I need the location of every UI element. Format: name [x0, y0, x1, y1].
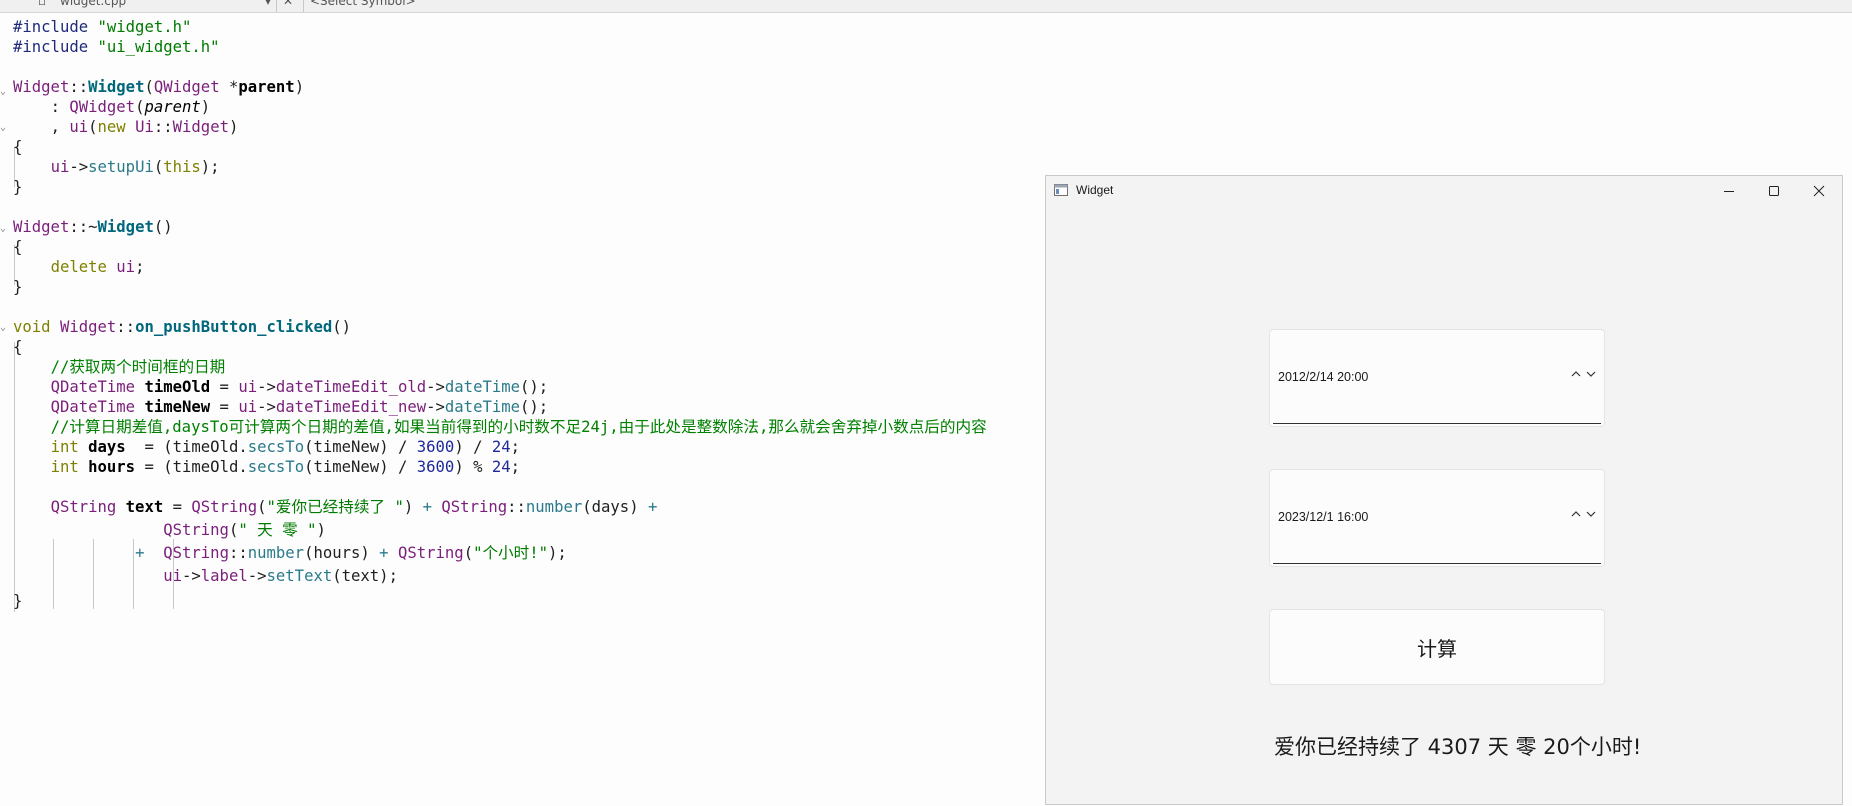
datetime-old-value[interactable]: 2012/2/14 20:00: [1278, 370, 1368, 384]
code-line: delete ui;: [50, 258, 145, 276]
widget-window: Widget 2012/2/14 20:00 2023/12/1 16:00 计…: [1045, 175, 1843, 805]
fold-marker-icon[interactable]: ⌄: [0, 122, 6, 133]
chevron-down-icon[interactable]: [1586, 509, 1596, 519]
code-line: int days = (timeOld.secsTo(timeNew) / 36…: [50, 438, 521, 456]
close-icon: [1813, 185, 1825, 197]
chevron-up-icon[interactable]: [1571, 369, 1581, 379]
code-line: + QString::number(hours) + QString("个小时!…: [135, 544, 567, 562]
window-titlebar[interactable]: Widget: [1046, 176, 1842, 206]
file-icon: ▫: [38, 0, 47, 8]
datetime-edit-new[interactable]: 2023/12/1 16:00: [1269, 469, 1605, 567]
code-line: : QWidget(parent): [50, 98, 211, 116]
chevron-down-icon[interactable]: [1586, 369, 1596, 379]
code-editor[interactable]: ⌄ ⌄ ⌄ ⌄ #include "widget.h" #include "ui…: [0, 14, 1040, 806]
calculate-button[interactable]: 计算: [1269, 609, 1605, 685]
tab-widget-cpp[interactable]: widget.cpp: [60, 0, 126, 8]
editor-tab-strip: ▫ widget.cpp ▾ ✕ <Select Symbol>: [0, 0, 1852, 13]
minimize-button[interactable]: [1706, 176, 1752, 206]
code-line: {: [13, 138, 23, 156]
datetime-new-value[interactable]: 2023/12/1 16:00: [1278, 510, 1368, 524]
window-title: Widget: [1076, 183, 1114, 197]
code-line: }: [13, 592, 23, 610]
code-line: void Widget::on_pushButton_clicked(): [13, 318, 352, 336]
code-line: ui->setupUi(this);: [50, 158, 220, 176]
code-line: //获取两个时间框的日期: [50, 358, 226, 376]
code-line: }: [13, 278, 23, 296]
code-line: }: [13, 178, 23, 196]
window-app-icon: [1054, 184, 1068, 196]
code-line: QDateTime timeOld = ui->dateTimeEdit_old…: [50, 378, 549, 396]
fold-marker-icon[interactable]: ⌄: [0, 86, 6, 97]
maximize-icon: [1769, 186, 1779, 196]
code-line: #include "widget.h": [13, 18, 192, 36]
code-line: Widget::~Widget(): [13, 218, 173, 236]
code-line: , ui(new Ui::Widget): [50, 118, 239, 136]
close-tab-icon[interactable]: ✕: [283, 0, 293, 8]
symbol-selector[interactable]: <Select Symbol>: [310, 0, 416, 8]
maximize-button[interactable]: [1751, 176, 1797, 206]
code-line: int hours = (timeOld.secsTo(timeNew) / 3…: [50, 458, 521, 476]
dropdown-arrow-icon[interactable]: ▾: [265, 0, 271, 8]
datetime-edit-old[interactable]: 2012/2/14 20:00: [1269, 329, 1605, 427]
result-label: 爱你已经持续了 4307 天 零 20个小时!: [1274, 735, 1642, 759]
code-line: Widget::Widget(QWidget *parent): [13, 78, 305, 96]
chevron-up-icon[interactable]: [1571, 509, 1581, 519]
close-button[interactable]: [1796, 176, 1842, 206]
code-line: #include "ui_widget.h": [13, 38, 220, 56]
code-line: QString text = QString("爱你已经持续了 ") + QSt…: [50, 498, 658, 516]
code-line: ui->label->setText(text);: [163, 567, 398, 585]
code-line: {: [13, 238, 23, 256]
code-line: //计算日期差值,daysTo可计算两个日期的差值,如果当前得到的小时数不足24…: [50, 418, 987, 436]
minimize-icon: [1724, 191, 1734, 192]
fold-marker-icon[interactable]: ⌄: [0, 322, 6, 333]
code-line: {: [13, 338, 23, 356]
fold-marker-icon[interactable]: ⌄: [0, 223, 6, 234]
code-line: QString(" 天 零 "): [163, 521, 326, 539]
code-line: QDateTime timeNew = ui->dateTimeEdit_new…: [50, 398, 549, 416]
